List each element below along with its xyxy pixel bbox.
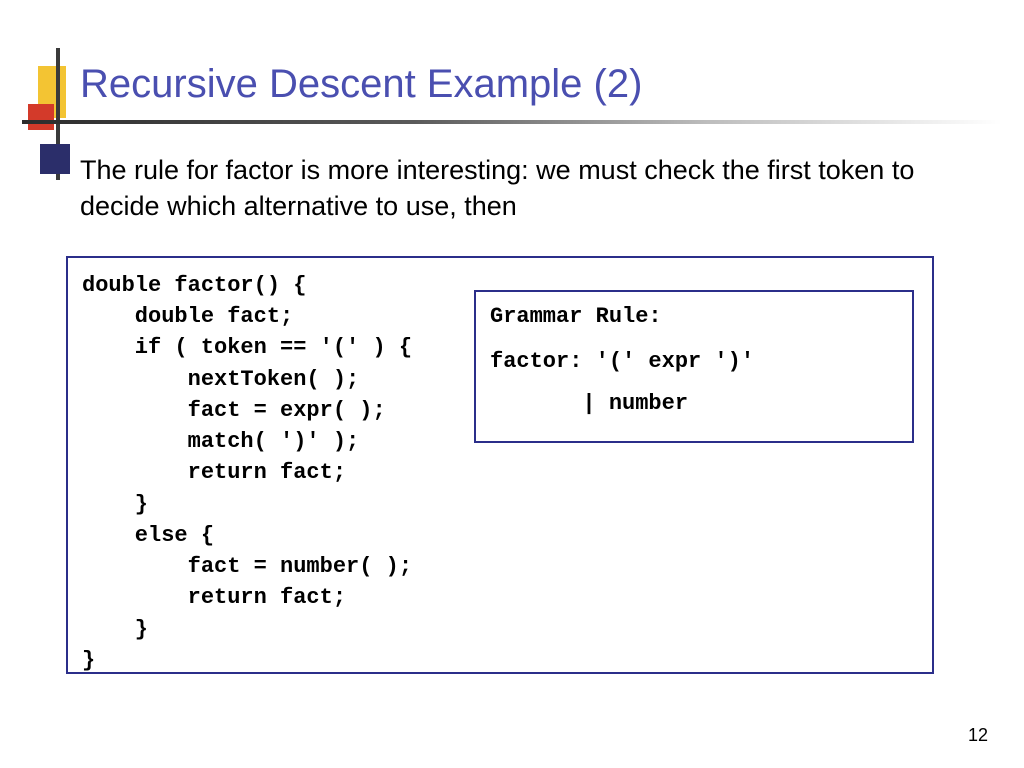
page-number: 12 [968, 725, 988, 746]
deco-horizontal-line [22, 120, 1002, 124]
grammar-line-2: | number [490, 383, 898, 425]
grammar-heading: Grammar Rule: [490, 304, 898, 329]
slide-title: Recursive Descent Example (2) [80, 62, 642, 107]
grammar-line-1: factor: '(' expr ')' [490, 341, 898, 383]
deco-square-navy [40, 144, 70, 174]
grammar-rule-box: Grammar Rule: factor: '(' expr ')' | num… [474, 290, 914, 443]
slide-body-text: The rule for factor is more interesting:… [80, 152, 960, 225]
slide: Recursive Descent Example (2) The rule f… [0, 0, 1024, 768]
deco-square-red [28, 104, 54, 130]
